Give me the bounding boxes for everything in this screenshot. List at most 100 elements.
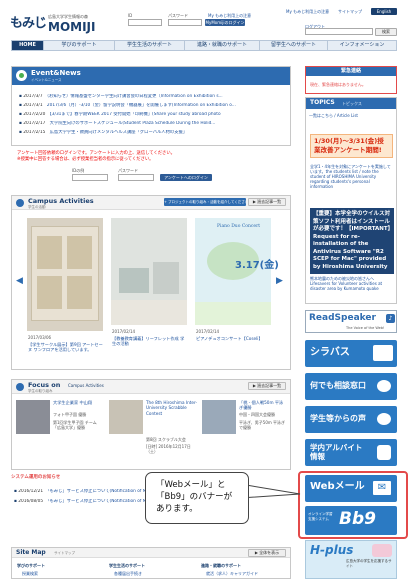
focus-title: Focus on	[28, 381, 61, 389]
logo[interactable]: もみじ 広島大学学生情報の森 MOMIJI	[10, 13, 105, 35]
focus-thumb-2[interactable]	[109, 400, 143, 434]
sitemap-item-1[interactable]: 授業検索	[22, 571, 38, 576]
topics-text-2[interactable]: 熊本地震のための被災地の皆さんへ Lifesavers for Voluntee…	[310, 276, 394, 302]
news-row[interactable]: ▪ 2017/2/17 大学院生向けのサポートスケジュール(Student Pl…	[19, 121, 285, 126]
campus-activities-panel: Campus Activities 学生の活動 + プロジェクトの取り組み・活動…	[11, 195, 291, 370]
hplus-banner[interactable]: H-plus 広島大学の学生を応援するサイト	[305, 540, 397, 579]
logo-main: もみじ	[10, 16, 47, 31]
survey-password-label: パスワード	[118, 168, 138, 173]
event-news-header: Event&News イベント&ニュース	[12, 67, 290, 85]
news-row[interactable]: ▪ 2017/3/1 2017/3/6（月）-3/10（金）留学説明会「機器展」…	[19, 103, 285, 108]
focus-more-button[interactable]: ▶ 過去記事一覧	[248, 382, 286, 390]
consultation-button[interactable]: 何でも相談窓口	[305, 373, 397, 400]
survey-password-input[interactable]	[118, 174, 154, 181]
nav-home[interactable]: HOME	[12, 41, 44, 50]
sitemap-col-2[interactable]: 学生生活のサポート	[109, 563, 145, 568]
globe-land-icon	[19, 73, 24, 78]
prev-arrow-icon[interactable]: ◀	[16, 276, 23, 287]
virus-banner[interactable]: 【重要】本学全学のウイルス対策ソフト利用者はインストールが必要です！【IMPOR…	[310, 208, 394, 274]
booth-block	[153, 262, 179, 294]
focus-title-2: Campus Activities	[68, 383, 104, 388]
campus-caption-3[interactable]: ピアノデュオコンサート【Coseli】	[196, 336, 272, 356]
notice-link[interactable]: My もみじ利用上の注意	[208, 13, 251, 18]
readspeaker-banner[interactable]: ReadSpeaker The Voice of the Web! ♪	[305, 310, 397, 333]
password-label: パスワード	[168, 13, 188, 18]
focus-title-3[interactable]: 「桃 - 個人戦50m 平泳ぎ優勝	[239, 400, 287, 412]
focus-thumb-3[interactable]	[202, 400, 236, 434]
id-input[interactable]	[128, 19, 162, 26]
nav-learning[interactable]: 学びのサポート	[44, 41, 115, 50]
poster-footer	[195, 302, 271, 325]
campus-subtitle: 学生の活動	[28, 205, 46, 209]
webmail-label: Webメール	[310, 481, 365, 492]
poster-date: 3.17(金)	[235, 260, 279, 271]
floor	[111, 300, 187, 325]
callout-line-3: あります。	[156, 504, 198, 514]
nav-information[interactable]: インフォメーション	[328, 41, 396, 50]
bb9-button[interactable]: オンライン学習支援システム Bb9	[305, 506, 397, 535]
part-time-job-button[interactable]: 学内アルバイト情報	[305, 439, 397, 466]
webmail-button[interactable]: Webメール ✉	[305, 475, 397, 502]
survey-period-banner[interactable]: 1/30(月)～3/31(金)授業改善アンケート期間!	[310, 134, 393, 158]
search-button[interactable]: 検索	[375, 28, 397, 36]
survey-login-button[interactable]: アンケートへのログイン	[160, 174, 212, 181]
student-voice-button[interactable]: 学生等からの声	[305, 406, 397, 433]
campus-date-2: 2017/02/14	[112, 329, 136, 334]
poster-title: Piano Duo Concert	[217, 224, 261, 229]
bb9-logo: Bb9	[339, 509, 376, 529]
topics-text-1[interactable]: 全学1・4年生を対象にアンケートを実施しています。the students li…	[310, 164, 394, 198]
syllabus-button[interactable]: シラバス	[305, 340, 397, 367]
login-button[interactable]: MyMomijiのログイン	[205, 19, 245, 26]
english-button[interactable]: English	[371, 8, 397, 15]
callout-line-1: 「Webメール」と	[156, 480, 226, 490]
topics-header: TOPICS トピックス	[306, 98, 396, 109]
my-momiji-link[interactable]: My もみじ利用上の注意	[286, 9, 329, 14]
campus-thumb-1[interactable]	[27, 218, 103, 331]
campus-thumb-3[interactable]: Piano Duo Concert 3.17(金)	[195, 218, 279, 325]
focus-thumb-1[interactable]	[16, 400, 50, 434]
campus-nav-button[interactable]: + プロジェクトの取り組み・活動を紹介してください	[164, 198, 246, 206]
sitemap-header: Site Map サイトマップ ▶ 全体を表示	[12, 548, 290, 558]
campus-date-1: 2017/03/06	[28, 335, 52, 340]
hplus-illustration	[372, 544, 392, 557]
survey-id-input[interactable]	[72, 174, 108, 181]
news-row[interactable]: ▪ 2017/3/7 （お知らせ）情報基盤センター学生向け講習会の日程変更（In…	[19, 94, 285, 99]
sitemap-link[interactable]: サイトマップ	[338, 9, 362, 14]
nav-international[interactable]: 留学生へのサポート	[260, 41, 328, 50]
sitemap-item-3[interactable]: 就活（求人）キャリアガイド	[206, 571, 258, 576]
main-nav: HOME 学びのサポート 学生生活のサポート 進路・就職のサポート 留学生へのサ…	[11, 40, 397, 51]
worker-icon	[377, 445, 391, 460]
focus-on-panel: Focus on Campus Activities 学生の取り組み ▶ 過去記…	[11, 379, 291, 470]
syllabus-label: シラバス	[310, 347, 350, 358]
survey-id-label: IDの例	[72, 168, 85, 173]
campus-thumb-2[interactable]	[111, 218, 187, 325]
next-arrow-icon[interactable]: ▶	[276, 276, 283, 287]
campus-more-button[interactable]: ▶ 過去記事一覧	[248, 198, 286, 206]
exhibit-picture	[37, 276, 62, 309]
sitemap-col-3[interactable]: 進路・就職のサポート	[201, 563, 241, 568]
sitemap-item-2[interactable]: 各種届出手続き	[114, 571, 142, 576]
news-row[interactable]: ▪ 2017/2/20 【3/31まで】春学期WEEK 2017 受付開始「印刷…	[19, 112, 285, 117]
focus-title-1[interactable]: 大学生企業家 中山翔	[53, 400, 103, 412]
campus-header: Campus Activities 学生の活動 + プロジェクトの取り組み・活動…	[12, 196, 290, 210]
search-input[interactable]	[305, 28, 373, 35]
nav-student-life[interactable]: 学生生活のサポート	[115, 41, 185, 50]
logo-en: MOMIJI	[48, 20, 96, 34]
book-icon	[373, 345, 393, 361]
campus-caption-1[interactable]: 【学生サークル展示】第9回 アートセーヌ ワンフロアを活用しています。	[28, 342, 104, 362]
sitemap-col-1[interactable]: 学びのサポート	[17, 563, 45, 568]
nav-career[interactable]: 進路・就職のサポート	[185, 41, 260, 50]
consultation-label: 何でも相談窓口	[310, 381, 366, 390]
focus-sub-2: 第8回 スクラブル大会	[146, 437, 186, 442]
focus-title-2[interactable]: The 8th Hiroshima Inter-University Scrab…	[146, 400, 198, 436]
sitemap-more-button[interactable]: ▶ 全体を表示	[248, 549, 286, 557]
mail-icon: ✉	[373, 481, 391, 495]
people-icon	[377, 413, 391, 425]
password-input[interactable]	[168, 19, 202, 26]
topics-list-link[interactable]: 一覧はこちら / Article List	[309, 113, 358, 118]
news-row[interactable]: ▪ 2017/2/15 広島大学学生・教員向けメンタルヘルス講座「グローバル人材…	[19, 130, 285, 135]
campus-caption-2[interactable]: 【教養教育講義】リーフレット作成 学生の活動	[112, 336, 188, 356]
campus-date-3: 2017/02/14	[196, 329, 220, 334]
sitemap-title: Site Map	[16, 549, 46, 556]
event-news-title: Event&News	[31, 69, 81, 77]
